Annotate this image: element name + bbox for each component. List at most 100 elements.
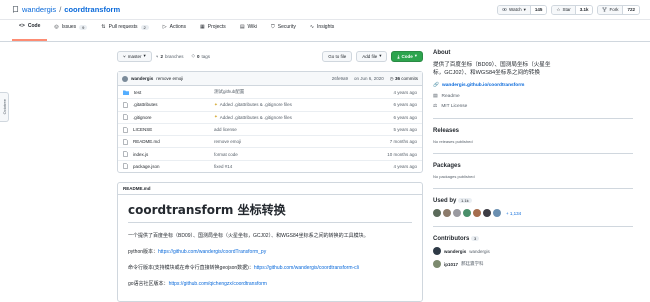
file-row[interactable]: README.md remove emoji 7 months ago bbox=[118, 135, 422, 147]
releases-title[interactable]: Releases bbox=[433, 128, 633, 134]
link-icon: 🔗 bbox=[433, 83, 439, 88]
add-file-button[interactable]: Add file ▾ bbox=[356, 50, 388, 62]
commit-sha[interactable]: 26fe9a9 bbox=[332, 76, 348, 82]
contributor-login: ip1017 bbox=[444, 261, 459, 267]
file-row[interactable]: test 测试github配置 4 years ago bbox=[118, 86, 422, 98]
star-count[interactable]: 3.1k bbox=[574, 5, 593, 14]
file-list-box: wandergis remove emoji 26fe9a9 on Jun 6,… bbox=[117, 71, 423, 174]
file-commit-message[interactable]: Added .gitattributes & .gitignore files bbox=[220, 102, 292, 107]
file-commit-message[interactable]: fixed #14 bbox=[214, 164, 232, 169]
fork-button[interactable]: Fork bbox=[598, 5, 623, 14]
file-age: 5 years ago bbox=[393, 127, 417, 133]
file-icon bbox=[123, 126, 128, 133]
book-icon: ▤ bbox=[433, 94, 438, 99]
branch-select-button[interactable]: ⑂ master ▾ bbox=[117, 50, 152, 62]
file-row[interactable]: index.js format code 10 months ago bbox=[118, 147, 422, 159]
used-by-title[interactable]: Used by 1.1k bbox=[433, 198, 633, 204]
avatar[interactable] bbox=[453, 209, 461, 217]
tab-actions[interactable]: ▷ Actions bbox=[156, 19, 193, 41]
file-icon bbox=[123, 163, 128, 170]
octotree-label: Octotree bbox=[1, 99, 7, 115]
watch-button[interactable]: Watch ▾ bbox=[498, 5, 530, 14]
contributors-label: Contributors bbox=[433, 236, 470, 242]
file-row[interactable]: .gitignore ✦ Added .gitattributes & .gitig… bbox=[118, 110, 422, 123]
avatar[interactable] bbox=[483, 209, 491, 217]
avatar[interactable] bbox=[122, 75, 128, 82]
file-name[interactable]: index.js bbox=[133, 152, 148, 157]
avatar[interactable] bbox=[463, 209, 471, 217]
tab-wiki[interactable]: ▤ Wiki bbox=[233, 19, 264, 41]
repo-name-link[interactable]: coordtransform bbox=[64, 5, 120, 14]
website-url: wandergis.github.io/coordtransform bbox=[441, 83, 525, 88]
file-commit-message[interactable]: format code bbox=[214, 152, 238, 157]
tab-label: Projects bbox=[207, 24, 226, 30]
file-name-cell: package.json bbox=[123, 163, 214, 170]
file-name[interactable]: package.json bbox=[133, 164, 160, 169]
code-button-label: Code bbox=[401, 53, 413, 59]
star-button-group: ☆ Star 3.1k bbox=[551, 4, 594, 15]
repo-owner-link[interactable]: wandergis bbox=[22, 5, 56, 14]
repo-title: wandergis / coordtransform bbox=[12, 5, 120, 14]
commits-link[interactable]: ◷ 36 commits bbox=[390, 76, 418, 82]
license-link[interactable]: ⚖ MIT License bbox=[433, 104, 633, 109]
octotree-side-tab[interactable]: Octotree bbox=[0, 92, 9, 122]
commit-author[interactable]: wandergis bbox=[131, 76, 153, 81]
readme-cli-link[interactable]: https://github.com/wandergis/coordtransf… bbox=[254, 265, 359, 271]
sidebar: About 提供了百度坐标（BD09）、国测局坐标（火星坐标，GCJ02）、和W… bbox=[433, 50, 633, 273]
avatar[interactable] bbox=[443, 209, 451, 217]
shield-icon: ⛉ bbox=[271, 24, 275, 30]
file-commit-message[interactable]: 测试github配置 bbox=[214, 89, 244, 95]
tab-pull-requests[interactable]: ⇅ Pull requests 2 bbox=[94, 19, 155, 41]
code-button[interactable]: ⤓ Code ▾ bbox=[391, 50, 423, 62]
tab-label: Wiki bbox=[247, 24, 257, 30]
file-commit-message-cell: format code bbox=[214, 152, 357, 157]
file-row[interactable]: LICENSE add license 5 years ago bbox=[118, 122, 422, 135]
file-commit-message[interactable]: remove emoji bbox=[214, 139, 241, 144]
tab-security[interactable]: ⛉ Security bbox=[264, 19, 303, 41]
contributor-item[interactable]: wandergis wandergis bbox=[433, 247, 633, 255]
readme-go-link[interactable]: https://github.com/qichengzx/coordtransf… bbox=[169, 281, 267, 287]
file-commit-message[interactable]: add license bbox=[214, 127, 237, 132]
tags-link[interactable]: ◇ 0 tags bbox=[191, 53, 210, 59]
tab-issues[interactable]: ◎ Issues 9 bbox=[47, 19, 94, 41]
packages-title[interactable]: Packages bbox=[433, 163, 633, 169]
tab-label: Insights bbox=[317, 24, 335, 30]
sparkles-icon: ✦ bbox=[214, 101, 218, 107]
file-row[interactable]: .gitattributes ✦ Added .gitattributes & .g… bbox=[118, 98, 422, 110]
fork-count[interactable]: 722 bbox=[622, 5, 639, 14]
file-name[interactable]: LICENSE bbox=[133, 127, 152, 132]
tab-code[interactable]: <> Code bbox=[12, 19, 48, 41]
tab-insights[interactable]: ∿ Insights bbox=[303, 19, 341, 41]
contributors-title[interactable]: Contributors 3 bbox=[433, 236, 633, 242]
used-by-more[interactable]: + 1,134 bbox=[506, 211, 521, 216]
tags-count: 0 bbox=[196, 53, 200, 59]
file-name[interactable]: .gitignore bbox=[133, 115, 152, 120]
website-link[interactable]: 🔗 wandergis.github.io/coordtransform bbox=[433, 83, 633, 88]
avatar bbox=[433, 260, 441, 268]
star-button[interactable]: ☆ Star bbox=[552, 5, 575, 14]
tags-label: tags bbox=[201, 53, 210, 59]
avatar[interactable] bbox=[473, 209, 481, 217]
file-commit-message-cell: 测试github配置 bbox=[214, 89, 357, 95]
tab-projects[interactable]: ▦ Projects bbox=[193, 19, 233, 41]
commit-message[interactable]: remove emoji bbox=[156, 76, 183, 81]
file-name[interactable]: .gitattributes bbox=[133, 102, 158, 107]
readme-body: coordtransform 坐标转换 一个提供了百度坐标（BD09）、国测局坐… bbox=[118, 195, 422, 293]
file-name-cell: index.js bbox=[123, 151, 214, 157]
avatar[interactable] bbox=[433, 209, 441, 217]
branches-link[interactable]: ⑂ 2 branches bbox=[156, 54, 184, 59]
file-name-cell: .gitattributes bbox=[123, 102, 214, 108]
readme-python-link[interactable]: https://github.com/wandergis/coordTransf… bbox=[158, 249, 266, 255]
go-to-file-button[interactable]: Go to file bbox=[322, 50, 353, 62]
watch-count[interactable]: 145 bbox=[529, 5, 547, 14]
used-by-label: Used by bbox=[433, 198, 457, 204]
file-row[interactable]: package.json fixed #14 4 years ago bbox=[118, 159, 422, 172]
file-name[interactable]: test bbox=[134, 90, 141, 95]
readme-link[interactable]: ▤ Readme bbox=[433, 94, 633, 99]
file-name[interactable]: README.md bbox=[133, 139, 160, 144]
file-commit-message[interactable]: Added .gitattributes & .gitignore files bbox=[220, 115, 292, 120]
file-icon bbox=[123, 114, 128, 121]
avatar[interactable] bbox=[493, 209, 501, 217]
contributor-item[interactable]: ip1017 郝廷瀛学科 bbox=[433, 260, 633, 268]
about-title: About bbox=[433, 50, 451, 56]
